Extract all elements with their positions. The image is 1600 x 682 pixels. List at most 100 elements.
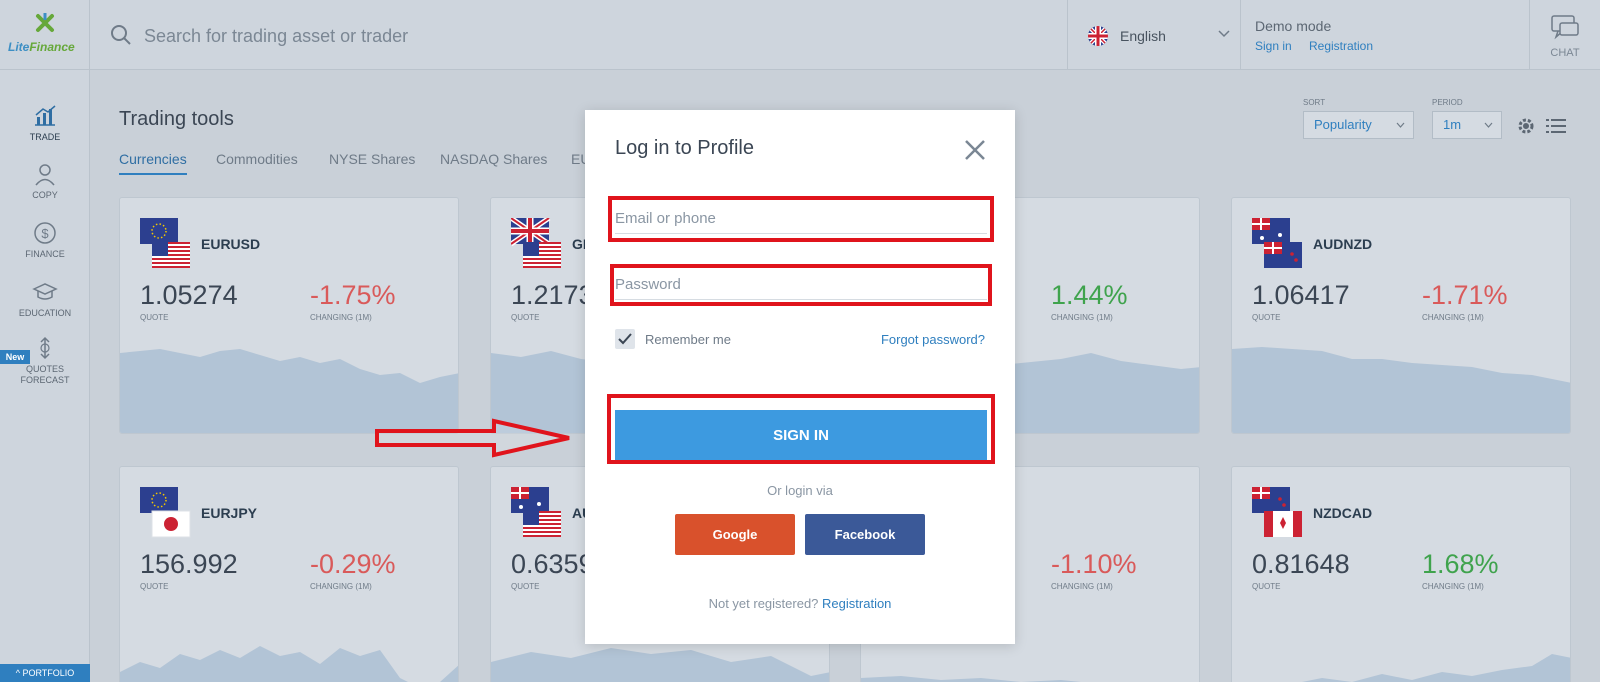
list-view-icon[interactable] [1546,118,1566,134]
tab-commodities[interactable]: Commodities [216,151,298,167]
search-icon [111,25,131,45]
change-label: CHANGING (1M) [310,313,372,322]
sparkline-chart [120,646,458,682]
asset-pair: EURJPY [201,505,258,521]
sidebar-label-copy: COPY [32,190,58,200]
chart-icon [35,105,56,126]
chevron-down-icon [1396,122,1405,128]
sort-select[interactable]: Popularity [1303,111,1414,139]
checkmark-icon [618,333,632,345]
forecast-icon [40,336,50,360]
remember-me-checkbox[interactable] [615,329,635,349]
modal-registration-link[interactable]: Registration [822,596,891,611]
language-label: English [1120,28,1166,44]
or-login-via-label: Or login via [767,483,833,498]
sign-in-button[interactable]: SIGN IN [615,410,987,460]
change-label: CHANGING (1M) [310,582,372,591]
sparkline-chart [120,349,458,433]
eu-us-flags-icon [140,218,190,268]
remember-me-label: Remember me [645,332,731,347]
sparkline-chart [1262,654,1570,682]
chevron-down-icon [1484,122,1493,128]
au-us-flags-icon [511,487,561,537]
asset-change: -1.71% [1422,280,1508,310]
asset-change: -1.10% [1051,549,1137,579]
nz-ca-flags-icon [1252,487,1302,537]
asset-quote: 0.81648 [1252,549,1350,579]
sidebar-label-finance: FINANCE [25,249,65,259]
asset-quote: 1.2173 [511,280,594,310]
chevron-down-icon [1218,30,1230,38]
sidebar-label-trade: TRADE [29,132,61,142]
demo-mode-panel: Demo mode Sign in Registration [1241,0,1530,70]
asset-change: 1.44% [1051,280,1128,310]
close-icon[interactable] [963,138,987,162]
trader-icon [35,164,55,186]
sparkline-chart [1232,347,1570,433]
uk-flag-icon [1088,26,1108,46]
asset-card-nzdcad[interactable]: NZDCAD 0.81648 QUOTE 1.68% CHANGING (1M) [1231,466,1571,682]
new-badge: New [0,350,30,364]
gear-icon[interactable] [1516,116,1536,136]
sort-label: SORT [1303,98,1326,107]
top-header: LiteFinance English Demo mode Sign in Re… [0,0,1600,70]
sidebar-item-education[interactable]: EDUCATION [0,280,90,319]
asset-quote: 0.6359 [511,549,594,579]
not-registered-prompt: Not yet registered? Registration [585,596,1015,611]
quote-label: QUOTE [140,313,169,322]
quote-label: QUOTE [511,582,540,591]
password-field[interactable] [615,270,987,300]
asset-pair: EURUSD [201,236,261,252]
sidebar-item-finance[interactable]: $ FINANCE [0,221,90,260]
period-select[interactable]: 1m [1432,111,1502,139]
left-sidebar: TRADE COPY $ FINANCE EDUCATION QUOTES FO… [0,70,90,682]
asset-change: -1.75% [310,280,396,310]
not-registered-text: Not yet registered? [708,596,819,611]
email-field[interactable] [615,204,987,234]
forgot-password-link[interactable]: Forgot password? [881,332,985,347]
tab-currencies[interactable]: Currencies [119,151,187,175]
google-login-button[interactable]: Google [675,514,795,555]
change-label: CHANGING (1M) [1422,582,1484,591]
quote-label: QUOTE [140,582,169,591]
header-registration-link[interactable]: Registration [1309,39,1373,53]
eu-jp-flags-icon [140,487,191,538]
facebook-login-button[interactable]: Facebook [805,514,925,555]
change-label: CHANGING (1M) [1051,582,1113,591]
logo-text: LiteFinance [8,40,75,54]
svg-text:$: $ [41,226,49,241]
graduation-cap-icon [32,283,58,300]
language-selector[interactable]: English [1068,0,1241,70]
page-title: Trading tools [119,108,234,130]
portfolio-toggle[interactable]: ^ PORTFOLIO [0,664,90,682]
annotation-arrow-icon [375,418,570,458]
litefinance-logo[interactable]: LiteFinance [0,0,90,70]
login-modal: Log in to Profile Remember me Forgot pas… [585,110,1015,644]
au-nz-flags-icon [1252,218,1302,268]
asset-card-eurjpy[interactable]: EURJPY 156.992 QUOTE -0.29% CHANGING (1M… [119,466,459,682]
modal-title: Log in to Profile [615,137,754,159]
asset-card-eurusd[interactable]: EURUSD 1.05274 QUOTE -1.75% CHANGING (1M… [119,197,459,434]
asset-quote: 1.05274 [140,280,238,310]
uk-us-flags-icon [511,218,561,268]
asset-quote: 156.992 [140,549,238,579]
chat-icon [1551,15,1579,40]
demo-mode-title: Demo mode [1255,18,1332,34]
sidebar-label-education: EDUCATION [18,308,72,318]
asset-card-audnzd[interactable]: AUDNZD 1.06417 QUOTE -1.71% CHANGING (1M… [1231,197,1571,434]
tab-nasdaq-shares[interactable]: NASDAQ Shares [440,151,547,167]
asset-pair: AUDNZD [1313,236,1373,252]
asset-quote: 1.06417 [1252,280,1350,310]
dollar-icon: $ [34,222,56,244]
sidebar-item-trade[interactable]: TRADE [0,104,90,143]
search-bar [90,0,1068,70]
asset-change: 1.68% [1422,549,1499,579]
quote-label: QUOTE [1252,313,1281,322]
sidebar-item-copy[interactable]: COPY [0,162,90,201]
header-sign-in-link[interactable]: Sign in [1255,39,1292,53]
search-input[interactable] [144,22,944,50]
logo-mark-icon [36,13,54,32]
tab-nyse-shares[interactable]: NYSE Shares [329,151,415,167]
quote-label: QUOTE [1252,582,1281,591]
chat-button[interactable]: CHAT [1530,0,1600,70]
